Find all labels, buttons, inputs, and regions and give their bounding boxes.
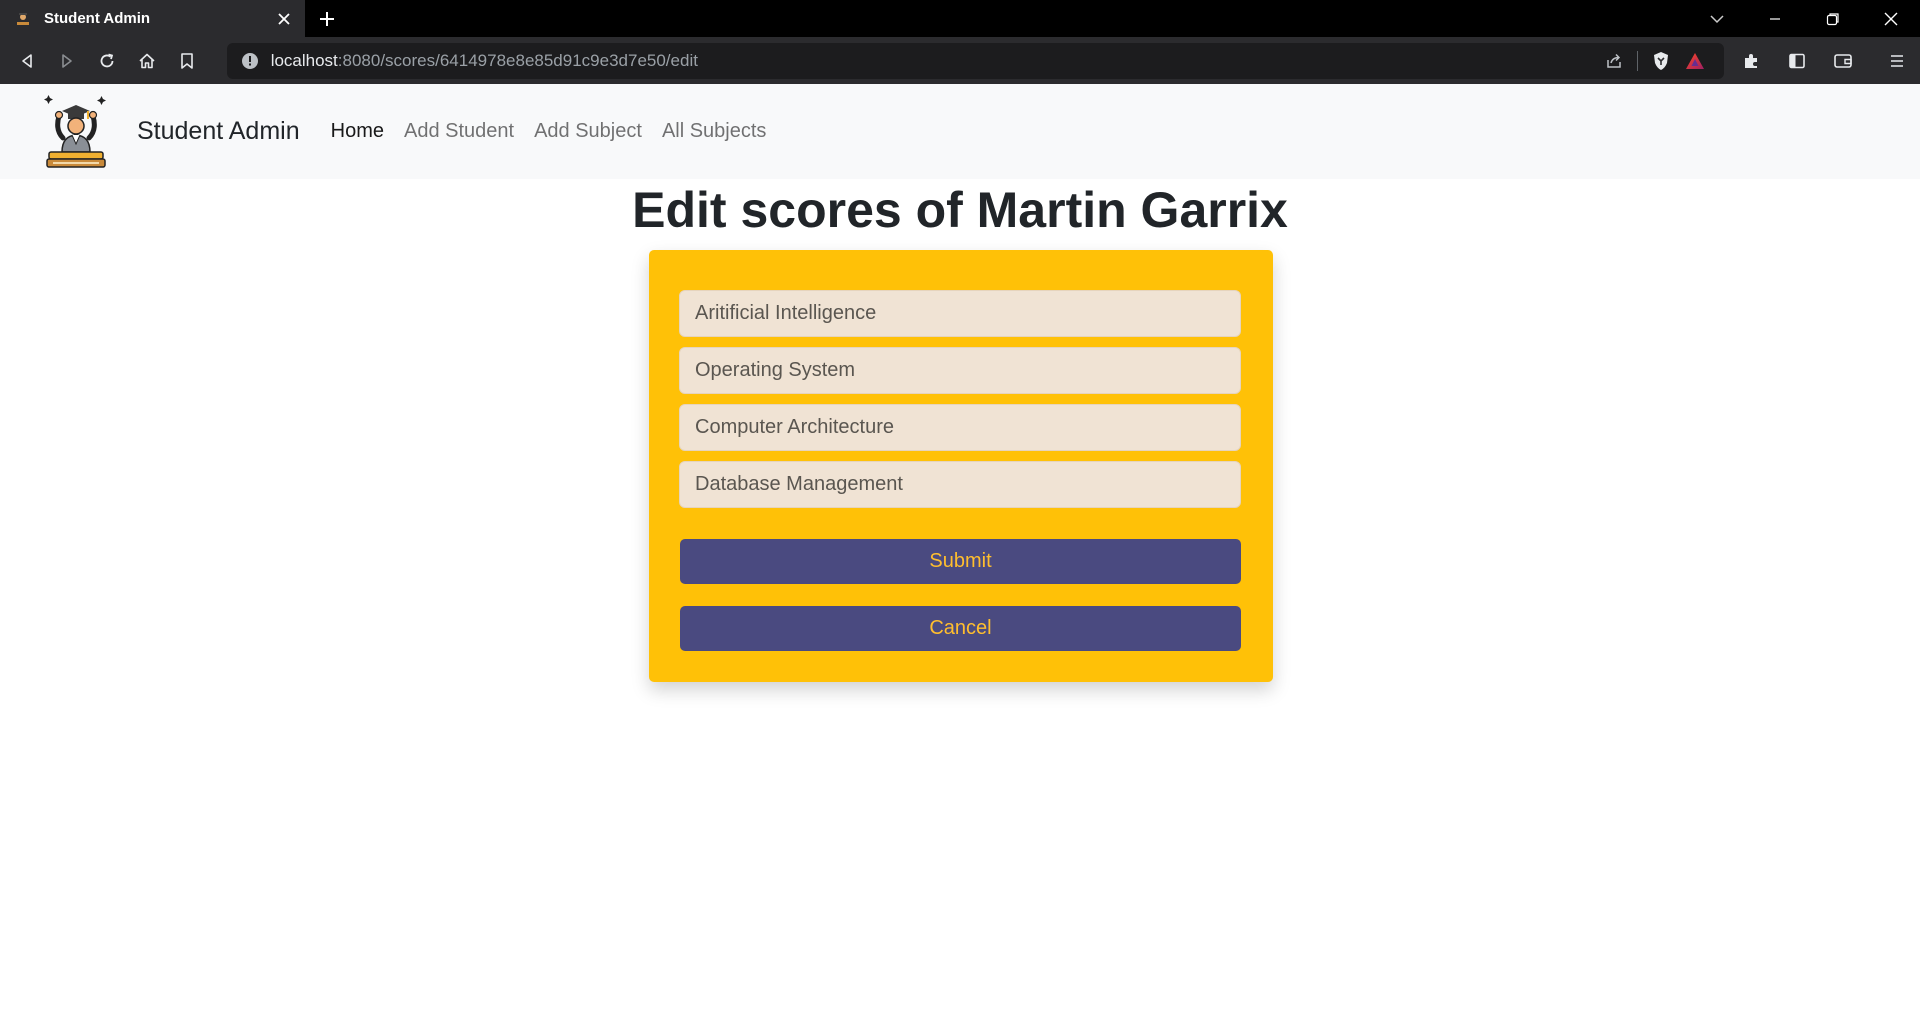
nav-link-home[interactable]: Home [321, 120, 394, 143]
nav-link-add-subject[interactable]: Add Subject [524, 120, 652, 143]
url-text[interactable]: localhost:8080/scores/6414978e8e85d91c9e… [271, 51, 1598, 71]
brave-rewards-icon[interactable] [1678, 46, 1712, 76]
page-title: Edit scores of Martin Garrix [632, 182, 1288, 238]
browser-titlebar: Student Admin [0, 0, 1920, 37]
restore-button[interactable] [1804, 0, 1862, 37]
student-logo-icon[interactable] [43, 94, 109, 170]
site-info-icon[interactable] [239, 50, 261, 72]
url-path: :8080/scores/6414978e8e85d91c9e3d7e50/ed… [337, 50, 698, 70]
score-input-artificial-intelligence[interactable] [679, 290, 1241, 337]
nav-link-add-student[interactable]: Add Student [394, 120, 524, 143]
bookmark-icon[interactable] [167, 41, 207, 81]
score-input-operating-system[interactable] [679, 347, 1241, 394]
share-icon[interactable] [1597, 46, 1631, 76]
close-tab-icon[interactable] [273, 8, 295, 30]
menu-icon[interactable] [1874, 41, 1920, 81]
browser-tab-active[interactable]: Student Admin [0, 0, 305, 37]
submit-button[interactable]: Submit [680, 539, 1241, 584]
brand-name[interactable]: Student Admin [137, 117, 300, 146]
tab-search-chevron-icon[interactable] [1688, 0, 1746, 37]
close-window-button[interactable] [1862, 0, 1920, 37]
wallet-icon[interactable] [1820, 41, 1866, 81]
score-input-computer-architecture[interactable] [679, 404, 1241, 451]
new-tab-button[interactable] [305, 0, 349, 37]
score-input-database-management[interactable] [679, 461, 1241, 508]
forward-icon[interactable] [47, 41, 87, 81]
minimize-button[interactable] [1746, 0, 1804, 37]
sidebar-icon[interactable] [1774, 41, 1820, 81]
cancel-button[interactable]: Cancel [680, 606, 1241, 651]
nav-links: Home Add Student Add Subject All Subject… [321, 120, 777, 143]
extensions-icon[interactable] [1728, 41, 1774, 81]
brave-shield-icon[interactable] [1644, 46, 1678, 76]
reload-icon[interactable] [87, 41, 127, 81]
tab-title: Student Admin [44, 10, 151, 27]
nav-link-all-subjects[interactable]: All Subjects [652, 120, 777, 143]
edit-scores-form: Submit Cancel [649, 250, 1273, 682]
browser-toolbar: localhost:8080/scores/6414978e8e85d91c9e… [0, 37, 1920, 84]
home-icon[interactable] [127, 41, 167, 81]
url-host: localhost [270, 50, 338, 70]
favicon-icon [14, 10, 32, 28]
back-icon[interactable] [7, 41, 47, 81]
app-navbar: Student Admin Home Add Student Add Subje… [0, 84, 1920, 179]
address-bar[interactable]: localhost:8080/scores/6414978e8e85d91c9e… [226, 42, 1725, 79]
